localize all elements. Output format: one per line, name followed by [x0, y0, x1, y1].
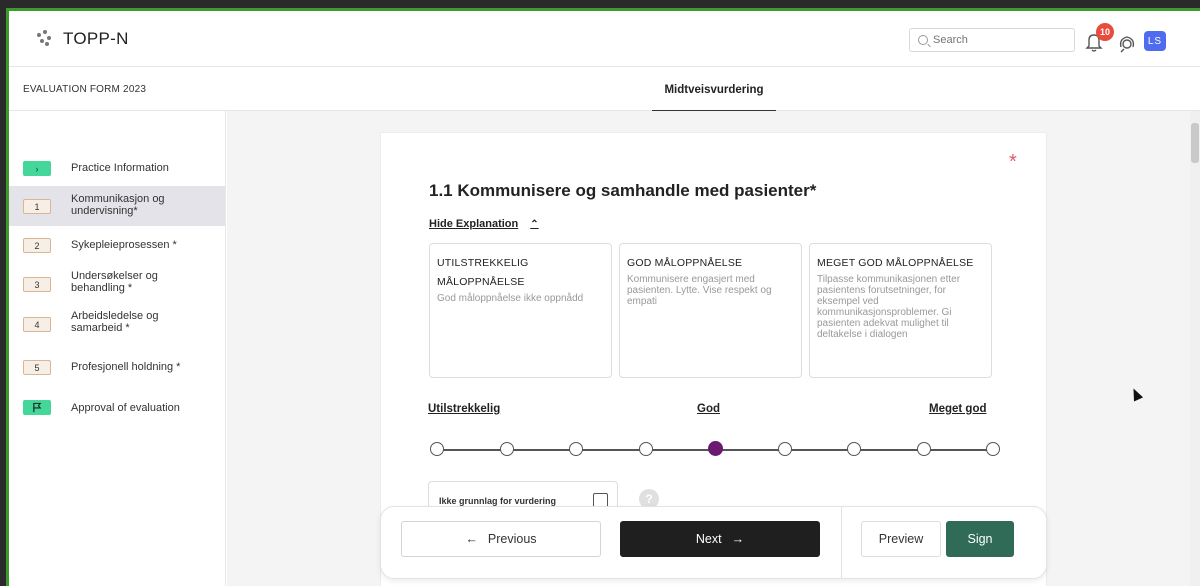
- sidebar-item-label: Profesjonell holdning *: [71, 361, 181, 373]
- rating-option-8[interactable]: [917, 442, 931, 456]
- vertical-scrollbar[interactable]: [1190, 111, 1200, 586]
- previous-label: Previous: [487, 532, 537, 546]
- tab-midtveisvurdering[interactable]: Midtveisvurdering: [652, 79, 776, 112]
- search-input[interactable]: [933, 34, 1063, 46]
- preview-button[interactable]: Preview: [861, 521, 941, 557]
- explanation-god: GOD MÅLOPPNÅELSE Kommunisere engasjert m…: [619, 243, 802, 378]
- sidebar-item-label: Sykepleieprosessen *: [71, 239, 177, 251]
- no-basis-label: Ikke grunnlag for vurdering: [439, 496, 557, 506]
- app-logo[interactable]: TOPP-N: [35, 29, 129, 49]
- section-number-chip: 1: [23, 199, 51, 214]
- form-subheader: EVALUATION FORM 2023 Midtveisvurdering: [9, 67, 1200, 112]
- form-label: EVALUATION FORM 2023: [23, 84, 147, 95]
- explanation-body: Kommunisere engasjert med pasienten. Lyt…: [627, 274, 772, 307]
- scale-label-high: Meget god: [929, 403, 987, 415]
- sidebar-item-label: Approval of evaluation: [71, 402, 180, 414]
- sidebar-item-practice-information[interactable]: › Practice Information: [9, 154, 225, 182]
- section-number-chip: 2: [23, 238, 51, 253]
- hide-explanation-toggle[interactable]: Hide Explanation ⌃: [429, 218, 539, 230]
- explanation-heading: UTILSTREKKELIG: [437, 257, 529, 269]
- scale-label-low: Utilstrekkelig: [428, 403, 501, 415]
- section-number-chip: 5: [23, 360, 51, 375]
- scrollbar-thumb[interactable]: [1191, 123, 1199, 163]
- rating-option-1[interactable]: [430, 442, 444, 456]
- app-name: TOPP-N: [63, 29, 129, 48]
- rating-option-2[interactable]: [500, 442, 514, 456]
- section-number-chip: 3: [23, 277, 51, 292]
- explanation-heading: GOD MÅLOPPNÅELSE: [627, 257, 743, 269]
- explanation-body: God måloppnåelse ikke oppnådd: [437, 293, 584, 304]
- sidebar-item-arbeidsledelse[interactable]: 4 Arbeidsledelse og samarbeid *: [9, 306, 225, 342]
- rating-option-5[interactable]: [708, 441, 723, 456]
- top-navbar: TOPP-N 10 LS: [9, 11, 1200, 67]
- rating-option-9[interactable]: [986, 442, 1000, 456]
- explanation-heading: MÅLOPPNÅELSE: [437, 276, 525, 288]
- sidebar-item-label: Arbeidsledelse og samarbeid *: [71, 310, 159, 334]
- rating-option-4[interactable]: [639, 442, 653, 456]
- sidebar-item-profesjonell-holdning[interactable]: 5 Profesjonell holdning *: [9, 354, 225, 380]
- sidebar-item-label: Practice Information: [71, 162, 169, 174]
- search-box[interactable]: [909, 28, 1075, 52]
- next-button[interactable]: Next →: [620, 521, 820, 557]
- topp-n-logo-icon: [35, 30, 53, 48]
- flag-icon: [23, 400, 51, 415]
- user-avatar[interactable]: LS: [1144, 31, 1166, 51]
- explanation-meget-god: MEGET GOD MÅLOPPNÅELSE Tilpasse kommunik…: [809, 243, 992, 378]
- previous-button[interactable]: ← Previous: [401, 521, 601, 557]
- section-sidebar: › Practice Information 1 Kommunikasjon o…: [9, 111, 226, 586]
- explanation-body: Tilpasse kommunikasjonen etter pasienten…: [817, 274, 961, 340]
- sidebar-item-label: Kommunikasjon og undervisning*: [71, 193, 165, 217]
- sign-button[interactable]: Sign: [946, 521, 1014, 557]
- rating-option-7[interactable]: [847, 442, 861, 456]
- sidebar-item-kommunikasjon[interactable]: 1 Kommunikasjon og undervisning*: [9, 186, 225, 226]
- arrow-left-icon: ←: [465, 532, 478, 546]
- sidebar-item-approval[interactable]: Approval of evaluation: [9, 395, 225, 421]
- explanation-heading: MEGET GOD MÅLOPPNÅELSE: [817, 257, 974, 269]
- rating-option-6[interactable]: [778, 442, 792, 456]
- sidebar-item-sykepleieprosessen[interactable]: 2 Sykepleieprosessen *: [9, 232, 225, 258]
- chevron-up-icon: ⌃: [530, 218, 539, 230]
- arrow-right-icon: →: [731, 532, 745, 546]
- support-icon[interactable]: [1117, 33, 1137, 53]
- section-number-chip: 4: [23, 317, 51, 332]
- hide-explanation-label: Hide Explanation: [429, 218, 519, 230]
- chevron-right-icon: ›: [23, 161, 51, 176]
- scale-label-mid: God: [697, 403, 720, 415]
- sidebar-item-label: Undersøkelser og behandling *: [71, 270, 158, 294]
- next-label: Next: [695, 532, 722, 546]
- required-mark: *: [1009, 151, 1017, 173]
- app-window: TOPP-N 10 LS EVALUATION FORM 2023 Midtve…: [6, 8, 1200, 586]
- rating-option-3[interactable]: [569, 442, 583, 456]
- footer-divider: [841, 507, 842, 578]
- question-title: 1.1 Kommunisere og samhandle med pasient…: [429, 181, 817, 200]
- search-icon: [918, 35, 928, 45]
- notification-badge: 10: [1096, 23, 1114, 41]
- explanation-utilstrekkelig: UTILSTREKKELIG MÅLOPPNÅELSE God måloppnå…: [429, 243, 612, 378]
- sidebar-item-undersokelser[interactable]: 3 Undersøkelser og behandling *: [9, 265, 225, 301]
